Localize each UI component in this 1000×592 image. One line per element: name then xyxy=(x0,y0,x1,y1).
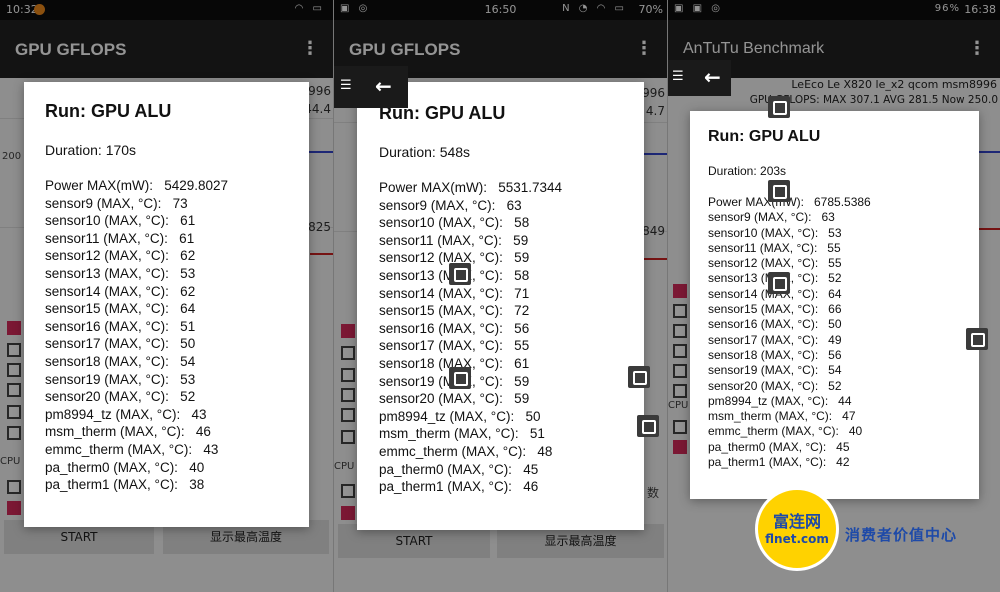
floating-window-icon[interactable] xyxy=(637,415,659,437)
floating-toolbar: ☰ ← xyxy=(668,60,731,96)
dialog-rows: Power MAX(mW): 6785.5386 sensor9 (MAX, °C… xyxy=(708,195,871,470)
dialog-duration: Duration: 548s xyxy=(379,144,471,160)
floating-window-icon[interactable] xyxy=(966,328,988,350)
dialog-row: sensor18 (MAX, °C): 54 xyxy=(45,353,196,369)
dialog-row: sensor19 (MAX, °C): 53 xyxy=(45,371,196,387)
dialog-row: pa_therm0 (MAX, °C): 40 xyxy=(45,459,205,475)
dialog-row: sensor11 (MAX, °C): 59 xyxy=(379,232,529,248)
dialog-row: sensor12 (MAX, °C): 62 xyxy=(45,248,196,264)
dialog-row: sensor18 (MAX, °C): 56 xyxy=(708,347,842,362)
dialog-row: msm_therm (MAX, °C): 47 xyxy=(708,409,856,424)
dialog-row: sensor16 (MAX, °C): 56 xyxy=(379,320,530,336)
dialog-row: sensor15 (MAX, °C): 72 xyxy=(379,303,530,319)
watermark-slogan: 消费者价值中心 xyxy=(845,526,958,544)
floating-window-icon[interactable] xyxy=(768,272,790,294)
dialog-row: sensor20 (MAX, °C): 52 xyxy=(708,378,842,393)
floating-window-icon[interactable] xyxy=(768,180,790,202)
hamburger-icon[interactable]: ☰ xyxy=(340,78,352,93)
dialog-row: emmc_therm (MAX, °C): 43 xyxy=(45,441,219,457)
dialog-row: sensor11 (MAX, °C): 55 xyxy=(708,240,841,255)
screenshot-panel-3: ▣ ▣ ◎ 16:38 96% AnTuTu Benchmark ⋮ CPU L… xyxy=(667,0,1000,592)
dialog-row: sensor20 (MAX, °C): 52 xyxy=(45,389,196,405)
dialog-row: pm8994_tz (MAX, °C): 44 xyxy=(708,393,852,408)
dialog-row: sensor16 (MAX, °C): 50 xyxy=(708,317,842,332)
floating-window-icon[interactable] xyxy=(449,263,471,285)
dialog-row: pa_therm1 (MAX, °C): 46 xyxy=(379,479,539,495)
dialog-row: sensor9 (MAX, °C): 63 xyxy=(379,197,522,213)
dialog-row: sensor9 (MAX, °C): 63 xyxy=(708,210,835,225)
dialog-row: sensor19 (MAX, °C): 54 xyxy=(708,363,842,378)
dialog-row: pa_therm0 (MAX, °C): 45 xyxy=(708,439,850,454)
dialog-row: sensor14 (MAX, °C): 71 xyxy=(379,285,530,301)
result-dialog: Run: GPU ALU Duration: 170s Power MAX(mW… xyxy=(24,82,309,527)
dialog-row: sensor17 (MAX, °C): 55 xyxy=(379,338,530,354)
floating-toolbar: ☰ ← xyxy=(334,66,408,108)
dialog-row: sensor14 (MAX, °C): 62 xyxy=(45,283,196,299)
dialog-duration: Duration: 170s xyxy=(45,142,137,158)
result-dialog: Run: GPU ALU Duration: 548s Power MAX(mW… xyxy=(357,82,644,530)
dialog-row: sensor17 (MAX, °C): 49 xyxy=(708,332,842,347)
screenshot-panel-1: 10:32 ◠ ▭ GPU GFLOPS ⋮ 996 44.4 200 825 … xyxy=(0,0,333,592)
dialog-row: pm8994_tz (MAX, °C): 50 xyxy=(379,408,541,424)
dialog-row: msm_therm (MAX, °C): 46 xyxy=(45,424,211,440)
dialog-row: sensor10 (MAX, °C): 58 xyxy=(379,215,530,231)
back-arrow-icon[interactable]: ← xyxy=(375,74,392,98)
dialog-rows: Power MAX(mW): 5531.7344 sensor9 (MAX, °C… xyxy=(379,179,562,496)
dialog-row: sensor20 (MAX, °C): 59 xyxy=(379,391,530,407)
dialog-row: sensor10 (MAX, °C): 53 xyxy=(708,225,842,240)
dialog-row: sensor12 (MAX, °C): 55 xyxy=(708,256,842,271)
dialog-row: pm8994_tz (MAX, °C): 43 xyxy=(45,406,207,422)
floating-window-icon[interactable] xyxy=(628,366,650,388)
result-dialog: Run: GPU ALU Duration: 203s Power MAX(mW… xyxy=(690,111,979,499)
dialog-row: Power MAX(mW): 5531.7344 xyxy=(379,180,563,195)
watermark-en: flnet.com xyxy=(765,532,829,546)
dialog-row: emmc_therm (MAX, °C): 40 xyxy=(708,424,863,439)
screenshot-panel-2: ▣ ◎ 16:50 70% N ◔ ◠ ▭ GPU GFLOPS ⋮ 996 4… xyxy=(333,0,667,592)
back-arrow-icon[interactable]: ← xyxy=(704,65,721,89)
dialog-row: emmc_therm (MAX, °C): 48 xyxy=(379,443,553,459)
dialog-row: sensor11 (MAX, °C): 61 xyxy=(45,230,195,246)
dialog-row: sensor10 (MAX, °C): 61 xyxy=(45,213,196,229)
dialog-row: sensor15 (MAX, °C): 66 xyxy=(708,302,842,317)
hamburger-icon[interactable]: ☰ xyxy=(672,69,684,84)
dialog-row: Power MAX(mW): 5429.8027 xyxy=(45,178,229,193)
dialog-row: sensor15 (MAX, °C): 64 xyxy=(45,301,196,317)
dialog-title: Run: GPU ALU xyxy=(708,128,821,145)
dialog-row: pa_therm1 (MAX, °C): 42 xyxy=(708,455,850,470)
dialog-row: msm_therm (MAX, °C): 51 xyxy=(379,426,545,442)
watermark-cn: 富连网 xyxy=(772,512,821,531)
dialog-row: sensor9 (MAX, °C): 73 xyxy=(45,195,188,211)
dialog-duration: Duration: 203s xyxy=(708,164,787,178)
watermark-logo: 富连网 flnet.com xyxy=(755,487,839,571)
dialog-row: pa_therm1 (MAX, °C): 38 xyxy=(45,477,205,493)
dialog-row: sensor17 (MAX, °C): 50 xyxy=(45,336,196,352)
dialog-title: Run: GPU ALU xyxy=(45,101,172,121)
dialog-row: pa_therm0 (MAX, °C): 45 xyxy=(379,461,539,477)
dialog-row: sensor13 (MAX, °C): 53 xyxy=(45,265,196,281)
dialog-row: sensor16 (MAX, °C): 51 xyxy=(45,318,196,334)
floating-window-icon[interactable] xyxy=(768,96,790,118)
dialog-rows: Power MAX(mW): 5429.8027 sensor9 (MAX, °C… xyxy=(45,177,228,494)
floating-window-icon[interactable] xyxy=(449,367,471,389)
